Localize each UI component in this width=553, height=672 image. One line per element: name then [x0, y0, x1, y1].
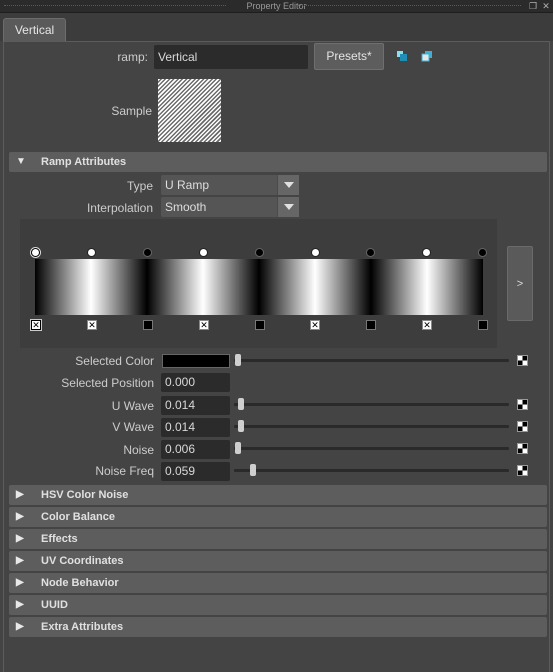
- collapsed-arrow-icon: ▶: [16, 511, 24, 522]
- ramp-name-field[interactable]: Vertical: [154, 45, 308, 69]
- map-button-icon[interactable]: [517, 465, 528, 476]
- delete-marker-icon[interactable]: [143, 320, 153, 330]
- noise-label: Noise: [123, 443, 154, 457]
- v-wave-field[interactable]: 0.014: [161, 418, 230, 437]
- noise-freq-field[interactable]: 0.059: [161, 462, 230, 481]
- ramp-handle[interactable]: [366, 248, 375, 257]
- map-button-icon[interactable]: [517, 399, 528, 410]
- section-label: Effects: [41, 533, 78, 545]
- delete-marker-icon[interactable]: ✕: [310, 320, 320, 330]
- v-wave-slider[interactable]: [234, 425, 509, 428]
- section-ramp-attributes[interactable]: ▼ Ramp Attributes: [9, 152, 547, 172]
- interpolation-dropdown[interactable]: Smooth: [161, 197, 299, 217]
- section-label: UV Coordinates: [41, 555, 124, 567]
- slider-thumb[interactable]: [238, 420, 244, 432]
- slider-thumb[interactable]: [235, 354, 241, 366]
- slider-thumb[interactable]: [238, 398, 244, 410]
- noise-freq-label: Noise Freq: [95, 464, 154, 478]
- ramp-handle[interactable]: [311, 248, 320, 257]
- ramp-handle[interactable]: [422, 248, 431, 257]
- map-button-icon[interactable]: [517, 443, 528, 454]
- interpolation-label: Interpolation: [86, 201, 153, 215]
- section-uv-coordinates[interactable]: ▶ UV Coordinates: [9, 551, 547, 571]
- selected-color-swatch[interactable]: [162, 354, 230, 368]
- ramp-handle[interactable]: [199, 248, 208, 257]
- ramp-handle[interactable]: [143, 248, 152, 257]
- ramp-handle[interactable]: [255, 248, 264, 257]
- tab-vertical[interactable]: Vertical: [3, 18, 66, 42]
- section-color-balance[interactable]: ▶ Color Balance: [9, 507, 547, 527]
- close-icon[interactable]: ✕: [541, 1, 551, 11]
- delete-marker-icon[interactable]: ✕: [422, 320, 432, 330]
- section-uuid[interactable]: ▶ UUID: [9, 595, 547, 615]
- section-label: UUID: [41, 599, 68, 611]
- expanded-arrow-icon: ▼: [16, 156, 26, 167]
- collapsed-arrow-icon: ▶: [16, 621, 24, 632]
- u-wave-label: U Wave: [111, 399, 154, 413]
- slider-thumb[interactable]: [250, 464, 256, 476]
- slider-thumb[interactable]: [235, 442, 241, 454]
- section-label: HSV Color Noise: [41, 489, 129, 501]
- section-hsv-color-noise[interactable]: ▶ HSV Color Noise: [9, 485, 547, 505]
- section-effects[interactable]: ▶ Effects: [9, 529, 547, 549]
- section-label: Node Behavior: [41, 577, 119, 589]
- collapsed-arrow-icon: ▶: [16, 533, 24, 544]
- section-label: Color Balance: [41, 511, 115, 523]
- delete-marker-icon[interactable]: [478, 320, 488, 330]
- section-label: Extra Attributes: [41, 621, 124, 633]
- sample-swatch: [158, 79, 221, 142]
- type-value: U Ramp: [165, 178, 210, 192]
- tab-bar: Vertical: [0, 13, 553, 42]
- section-node-behavior[interactable]: ▶ Node Behavior: [9, 573, 547, 593]
- collapsed-arrow-icon: ▶: [16, 489, 24, 500]
- type-label: Type: [126, 179, 153, 193]
- ramp-gradient[interactable]: [35, 259, 483, 315]
- type-dropdown[interactable]: U Ramp: [161, 175, 299, 195]
- map-button-icon[interactable]: [517, 421, 528, 432]
- delete-marker-icon[interactable]: [255, 320, 265, 330]
- noise-slider[interactable]: [234, 447, 509, 450]
- selected-color-slider[interactable]: [234, 359, 509, 362]
- selected-position-field[interactable]: 0.000: [161, 373, 230, 392]
- interpolation-value: Smooth: [165, 200, 207, 214]
- ramp-label: ramp:: [117, 50, 148, 64]
- presets-button[interactable]: Presets*: [314, 43, 384, 70]
- float-icon[interactable]: ❐: [528, 1, 538, 11]
- noise-freq-slider[interactable]: [234, 469, 509, 472]
- section-label: Ramp Attributes: [41, 156, 127, 168]
- sample-label: Sample: [111, 104, 152, 118]
- map-button-icon[interactable]: [517, 355, 528, 366]
- ramp-handle[interactable]: [31, 248, 40, 257]
- focus-output-icon[interactable]: [421, 50, 433, 62]
- delete-marker-icon[interactable]: [366, 320, 376, 330]
- delete-marker-icon[interactable]: ✕: [30, 319, 42, 331]
- section-extra-attributes[interactable]: ▶ Extra Attributes: [9, 617, 547, 637]
- ramp-expand-button[interactable]: >: [507, 246, 533, 321]
- collapsed-arrow-icon: ▶: [16, 577, 24, 588]
- collapsed-arrow-icon: ▶: [16, 599, 24, 610]
- ramp-handle[interactable]: [87, 248, 96, 257]
- ramp-handle[interactable]: [478, 248, 487, 257]
- selected-color-label: Selected Color: [75, 354, 154, 368]
- title-dots-right: [297, 5, 521, 7]
- u-wave-field[interactable]: 0.014: [161, 396, 230, 415]
- u-wave-slider[interactable]: [234, 403, 509, 406]
- noise-field[interactable]: 0.006: [161, 440, 230, 459]
- collapsed-arrow-icon: ▶: [16, 555, 24, 566]
- delete-marker-icon[interactable]: ✕: [199, 320, 209, 330]
- delete-marker-icon[interactable]: ✕: [87, 320, 97, 330]
- title-bar: Property Editor ❐ ✕: [0, 0, 553, 13]
- chevron-down-icon: [277, 175, 299, 195]
- v-wave-label: V Wave: [112, 420, 154, 434]
- focus-input-icon[interactable]: [396, 50, 408, 62]
- chevron-down-icon: [277, 197, 299, 217]
- selected-position-label: Selected Position: [61, 376, 154, 390]
